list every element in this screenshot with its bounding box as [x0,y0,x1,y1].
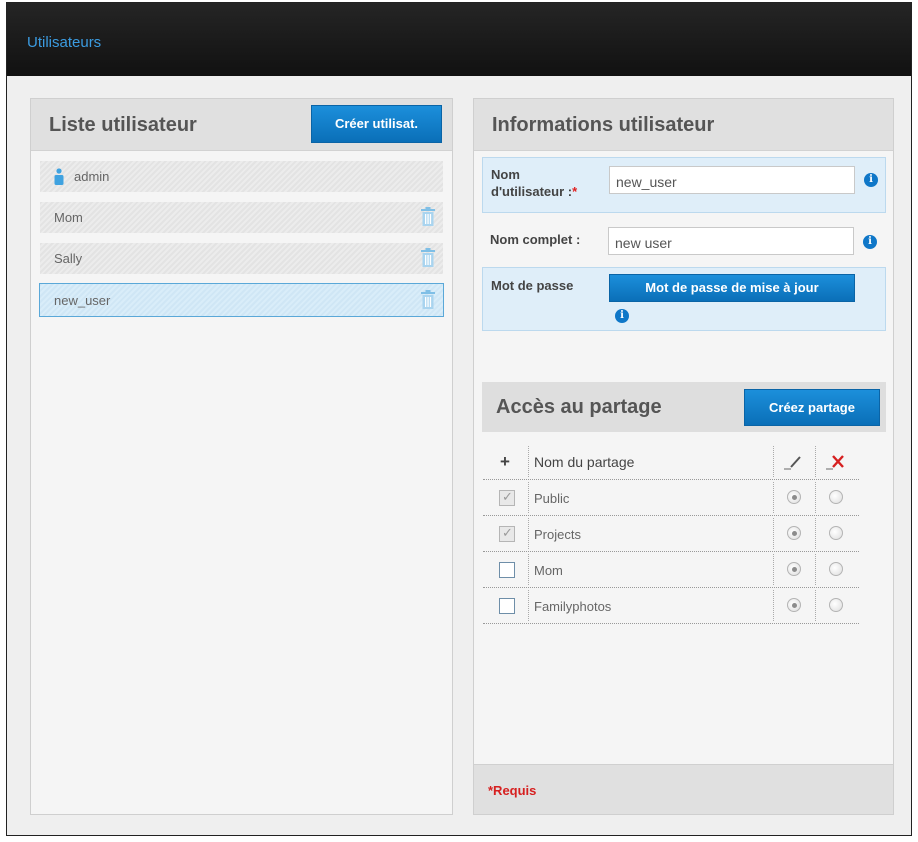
password-row: Mot de passe Mot de passe de mise à jour… [482,267,886,331]
user-list-header: Liste utilisateur Créer utilisat. [31,99,452,151]
trash-icon[interactable] [421,290,435,309]
user-item-sally[interactable]: Sally [40,243,443,274]
user-item-mom[interactable]: Mom [40,202,443,233]
user-name: Mom [54,210,83,225]
user-info-panel: Informations utilisateur Nom d'utilisate… [473,98,894,815]
required-star: * [572,184,578,199]
read-write-radio[interactable] [787,562,801,576]
share-name: Projects [534,527,581,542]
user-item-admin[interactable]: admin [40,161,443,192]
trash-icon[interactable] [421,248,435,267]
info-icon[interactable]: i [615,309,629,323]
plus-icon[interactable]: + [500,452,510,472]
share-checkbox[interactable] [499,525,515,542]
no-access-radio[interactable] [829,526,843,540]
user-name: Sally [54,251,83,266]
pencil-icon [784,456,801,470]
username-label-line1: Nom [491,167,520,182]
no-access-radio[interactable] [829,562,843,576]
user-list-panel: Liste utilisateur Créer utilisat. admin … [30,98,453,815]
person-icon [54,168,64,185]
username-input[interactable]: new_user [609,166,855,194]
share-row: Mom [483,552,859,588]
read-write-radio[interactable] [787,490,801,504]
no-access-icon [826,455,844,470]
info-icon[interactable]: i [864,173,878,187]
user-name: admin [74,169,110,184]
trash-icon[interactable] [421,207,435,226]
no-access-radio[interactable] [829,490,843,504]
user-name: new_user [54,293,111,308]
user-list-title: Liste utilisateur [49,114,197,136]
share-checkbox[interactable] [499,598,515,614]
user-info-title: Informations utilisateur [492,114,715,136]
share-access-header: Accès au partage Créez partage [482,382,886,432]
share-checkbox[interactable] [499,562,515,578]
share-name: Mom [534,563,563,578]
top-bar: Utilisateurs [7,3,911,76]
share-access-title: Accès au partage [496,396,662,418]
username-row: Nom d'utilisateur :* new_user i [482,157,886,213]
create-share-button[interactable]: Créez partage [744,389,880,426]
password-label: Mot de passe [491,278,574,293]
username-label-line2: d'utilisateur :* [491,184,578,199]
share-row: Familyphotos [483,588,859,624]
fullname-row: Nom complet : new user i [482,221,886,259]
fullname-input[interactable]: new user [608,227,854,255]
share-checkbox[interactable] [499,489,515,506]
share-name: Public [534,491,570,506]
info-icon[interactable]: i [863,235,877,249]
app-frame: Utilisateurs Liste utilisateur Créer uti… [6,2,912,836]
share-row: Projects [483,516,859,552]
read-write-radio[interactable] [787,526,801,540]
create-user-button[interactable]: Créer utilisat. [311,105,442,143]
read-write-radio[interactable] [787,598,801,612]
update-password-button[interactable]: Mot de passe de mise à jour [609,274,855,302]
column-share-name: Nom du partage [534,454,635,470]
page-title: Utilisateurs [27,34,102,51]
user-info-header: Informations utilisateur [474,99,893,151]
share-row: Public [483,480,859,516]
user-item-new-user[interactable]: new_user [39,283,444,317]
share-table-header: + Nom du partage [483,444,859,480]
fullname-label: Nom complet : [490,232,581,247]
form-footer: *Requis [474,764,893,814]
share-name: Familyphotos [534,599,612,614]
required-note: *Requis [488,783,537,798]
no-access-radio[interactable] [829,598,843,612]
